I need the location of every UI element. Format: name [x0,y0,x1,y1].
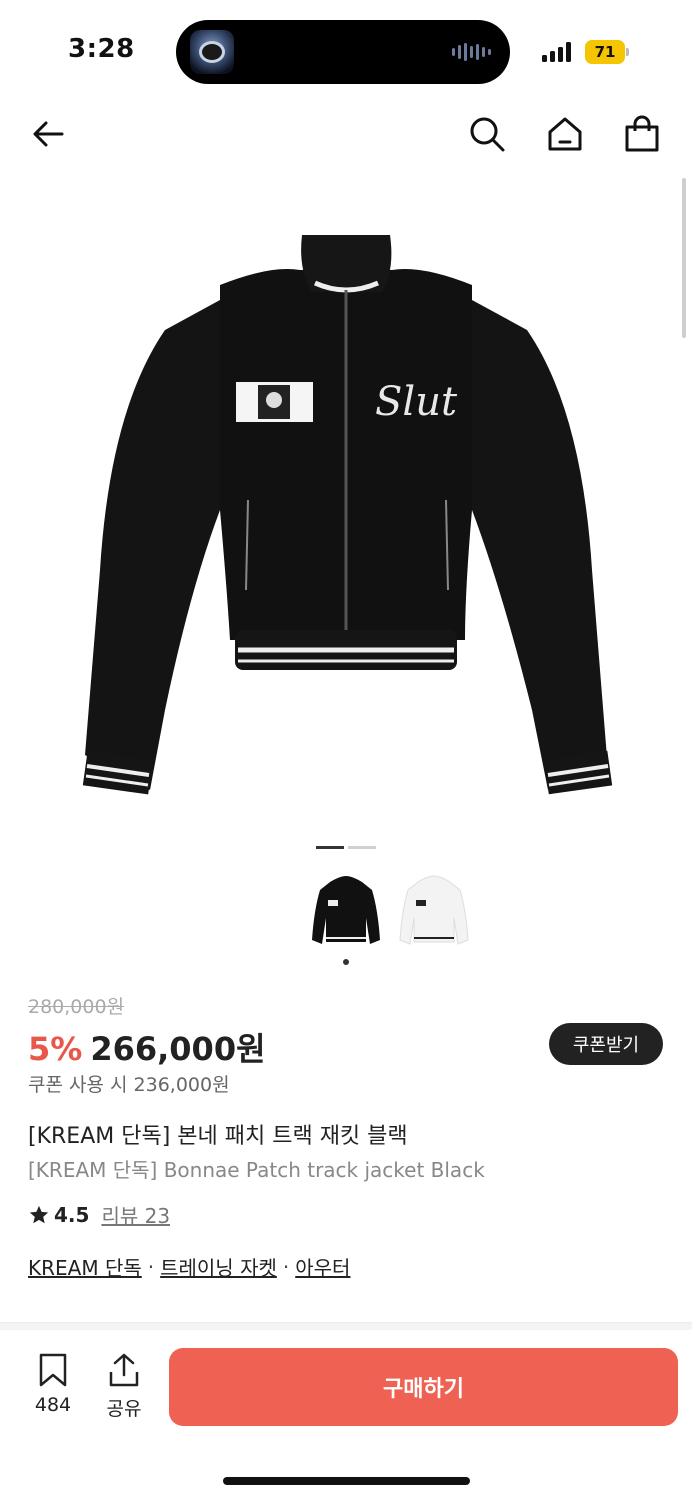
share-label: 공유 [106,1398,142,1420]
tag-training-jacket[interactable]: 트레이닝 자켓 [160,1252,277,1281]
home-indicator[interactable] [223,1477,470,1485]
home-icon [548,117,582,151]
product-image[interactable]: Slut [70,210,622,810]
buy-button[interactable]: 구매하기 [169,1348,678,1426]
reviews-link[interactable]: 리뷰 23 [101,1200,170,1229]
tag-separator: · [147,1254,155,1279]
search-icon [470,117,505,152]
battery-icon: 71 [585,40,629,64]
color-thumbnails [306,870,486,960]
jacket-logo-text: Slut [375,379,458,425]
product-title-english: [KREAM 단독] Bonnae Patch track jacket Bla… [28,1158,485,1182]
audio-waveform-icon [452,42,492,62]
product-title-korean: [KREAM 단독] 본네 패치 트랙 재킷 블랙 [28,1124,408,1149]
share-button[interactable]: 공유 [96,1352,152,1421]
bookmark-icon [39,1353,67,1387]
track-jacket-image: Slut [82,235,613,795]
bookmark-button[interactable]: 484 [24,1352,82,1416]
cellular-signal-icon [542,42,571,62]
rating-row: 4.5 리뷰 23 [28,1200,170,1229]
sale-price: 266,000원 [90,1030,266,1068]
original-price: 280,000원 [28,996,125,1018]
share-icon [109,1353,139,1387]
thumbnail-black[interactable] [306,870,386,954]
selected-thumbnail-dot [343,959,349,965]
thumbnail-white[interactable] [394,870,474,954]
discount-rate: 5% [28,1030,83,1068]
home-button[interactable] [543,112,587,156]
coupon-price-note: 쿠폰 사용 시 236,000원 [28,1074,230,1096]
bookmark-count: 484 [34,1394,72,1416]
back-button[interactable] [26,112,70,156]
get-coupon-button[interactable]: 쿠폰받기 [549,1023,663,1065]
status-time: 3:28 [68,34,135,64]
shopping-bag-icon [625,115,659,152]
now-playing-artwork [190,30,234,74]
tag-kream-exclusive[interactable]: KREAM 단독 [28,1252,142,1281]
star-icon [29,1205,49,1223]
shopping-bag-button[interactable] [620,112,664,156]
arrow-left-icon [33,121,64,147]
section-divider [0,1322,692,1330]
battery-level: 71 [594,43,616,61]
rating-score: 4.5 [54,1202,90,1227]
tag-separator: · [282,1254,290,1279]
search-button[interactable] [465,112,509,156]
page-scrollbar[interactable] [682,178,686,338]
category-tags: KREAM 단독 · 트레이닝 자켓 · 아우터 [28,1252,350,1281]
tag-outer[interactable]: 아우터 [295,1252,350,1281]
bottom-action-bar: 484 공유 구매하기 [0,1330,692,1440]
status-bar: 3:28 71 [0,0,692,100]
top-nav [0,100,692,170]
price-row: 5% 266,000원 [28,1024,266,1070]
dynamic-island[interactable] [176,20,510,84]
image-carousel-indicator [316,846,376,849]
